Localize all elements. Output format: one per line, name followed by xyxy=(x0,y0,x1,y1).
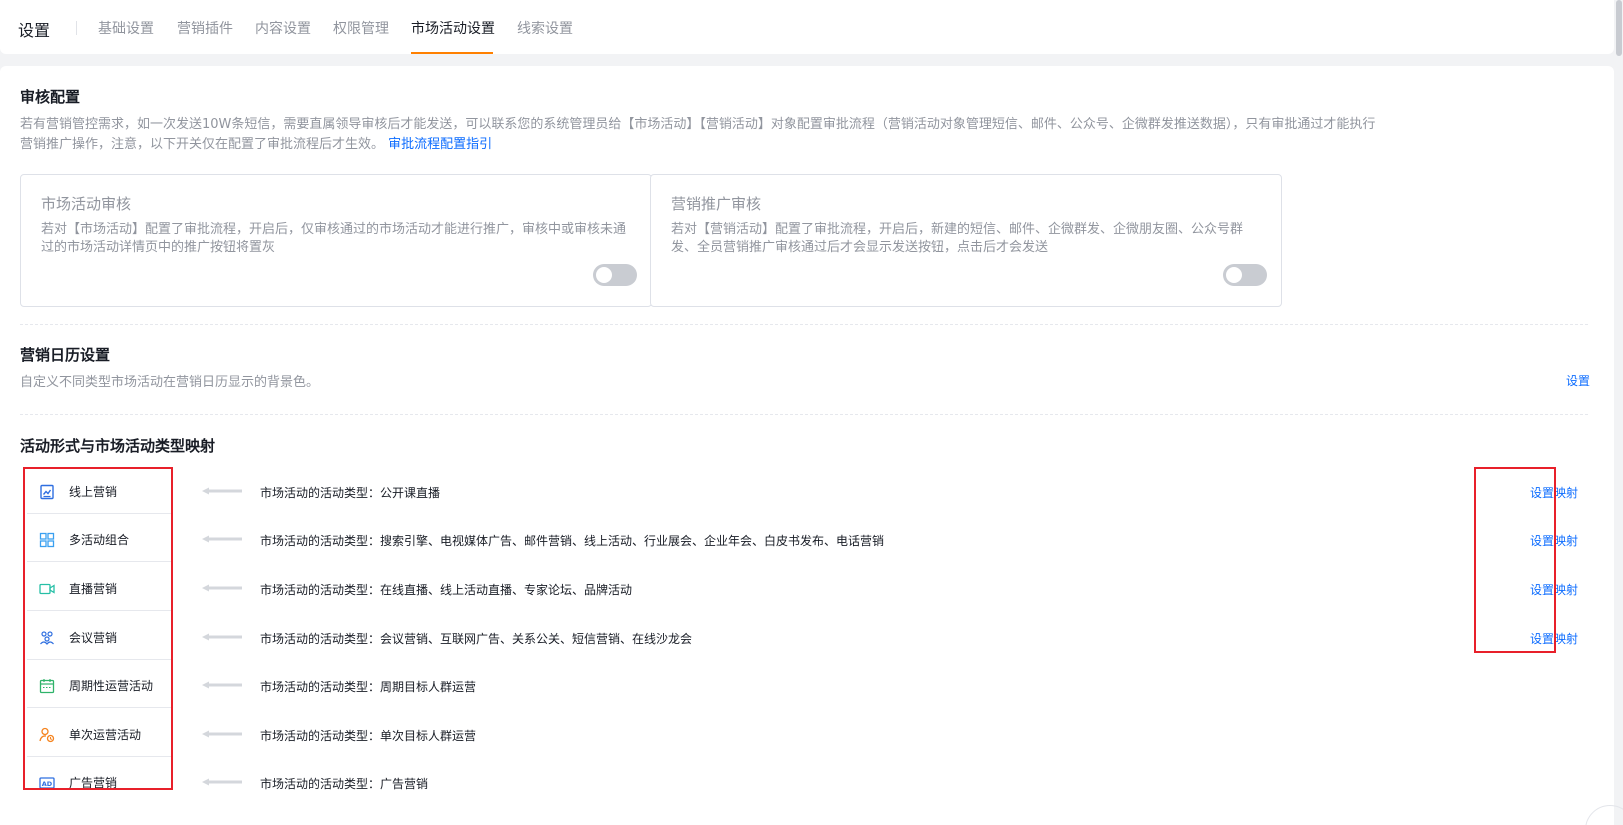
page-title: 设置 xyxy=(18,21,51,40)
card-title: 市场活动审核 xyxy=(41,195,132,213)
toggle-knob xyxy=(596,267,612,283)
arrow-left-icon xyxy=(202,487,242,495)
approval-section-title: 审核配置 xyxy=(20,88,81,106)
market-activity-approval-card: 市场活动审核 若对【市场活动】配置了审批流程，开启后，仅审核通过的市场活动才能进… xyxy=(20,174,652,307)
mapping-row: 周期性运营活动 市场活动的活动类型：周期目标人群运营 xyxy=(20,661,1588,711)
tab-content-settings[interactable]: 内容设置 xyxy=(255,18,311,38)
activity-type-text: 市场活动的活动类型：会议营销、互联网广告、关系公关、短信营销、在线沙龙会 xyxy=(260,630,692,647)
card-description: 若对【市场活动】配置了审批流程，开启后，仅审核通过的市场活动才能进行推广，审核中… xyxy=(41,222,627,255)
activity-type-prefix: 市场活动的活动类型： xyxy=(260,583,381,597)
calendar-section-title: 营销日历设置 xyxy=(20,346,111,364)
mapping-row: 直播营销 市场活动的活动类型：在线直播、线上活动直播、专家论坛、品牌活动 设置映… xyxy=(20,564,1588,614)
market-activity-approval-toggle[interactable] xyxy=(593,264,637,286)
approval-description-line1: 若有营销管控需求，如一次发送10W条短信，需要直属领导审核后才能发送，可以联系您… xyxy=(20,117,1376,132)
scrollbar-thumb[interactable] xyxy=(1616,0,1622,56)
tab-lead-settings[interactable]: 线索设置 xyxy=(517,18,573,38)
activity-type-values: 广告营销 xyxy=(380,777,429,791)
active-tab-indicator xyxy=(411,52,493,54)
approval-description-line2: 营销推广操作，注意，以下开关仅在配置了审批流程后才生效。 审批流程配置指引 xyxy=(20,135,1460,155)
tab-market-activity-settings[interactable]: 市场活动设置 xyxy=(411,18,495,38)
arrow-left-icon xyxy=(202,535,242,543)
mapping-row: 单次运营活动 市场活动的活动类型：单次目标人群运营 xyxy=(20,710,1588,760)
activity-type-values: 搜索引擎、电视媒体广告、邮件营销、线上活动、行业展会、企业年会、白皮书发布、电话… xyxy=(380,534,885,548)
top-navigation-bar: 设置 基础设置 营销插件 内容设置 权限管理 市场活动设置 线索设置 xyxy=(0,0,1614,54)
approval-guide-link[interactable]: 审批流程配置指引 xyxy=(388,137,492,152)
mapping-row: 会议营销 市场活动的活动类型：会议营销、互联网广告、关系公关、短信营销、在线沙龙… xyxy=(20,613,1588,663)
section-divider xyxy=(20,414,1588,415)
activity-forms-highlight-box xyxy=(23,467,173,790)
calendar-description: 自定义不同类型市场活动在营销日历显示的背景色。 xyxy=(20,375,320,390)
activity-type-prefix: 市场活动的活动类型： xyxy=(260,729,381,743)
arrow-left-icon xyxy=(202,730,242,738)
section-divider xyxy=(20,324,1588,325)
arrow-left-icon xyxy=(202,778,242,786)
mapping-section-title: 活动形式与市场活动类型映射 xyxy=(20,437,216,455)
arrow-left-icon xyxy=(202,681,242,689)
approval-description-text: 营销推广操作，注意，以下开关仅在配置了审批流程后才生效。 xyxy=(20,137,385,152)
approval-description: 若有营销管控需求，如一次发送10W条短信，需要直属领导审核后才能发送，可以联系您… xyxy=(20,115,1460,155)
mapping-row: 多活动组合 市场活动的活动类型：搜索引擎、电视媒体广告、邮件营销、线上活动、行业… xyxy=(20,515,1588,565)
activity-type-values: 周期目标人群运营 xyxy=(380,680,477,694)
activity-type-values: 在线直播、线上活动直播、专家论坛、品牌活动 xyxy=(380,583,633,597)
activity-type-text: 市场活动的活动类型：搜索引擎、电视媒体广告、邮件营销、线上活动、行业展会、企业年… xyxy=(260,532,884,549)
toggle-knob xyxy=(1226,267,1242,283)
activity-type-prefix: 市场活动的活动类型： xyxy=(260,777,381,791)
card-description: 若对【营销活动】配置了审批流程，开启后，新建的短信、邮件、企微群发、企微朋友圈、… xyxy=(671,222,1244,255)
activity-type-prefix: 市场活动的活动类型： xyxy=(260,534,381,548)
tab-basic-settings[interactable]: 基础设置 xyxy=(98,18,154,38)
set-mapping-highlight-box xyxy=(1474,467,1556,653)
mapping-row: 线上营销 市场活动的活动类型：公开课直播 设置映射 xyxy=(20,467,1588,517)
arrow-left-icon xyxy=(202,584,242,592)
activity-type-prefix: 市场活动的活动类型： xyxy=(260,680,381,694)
activity-type-values: 单次目标人群运营 xyxy=(380,729,477,743)
mapping-row: AD 广告营销 市场活动的活动类型：广告营销 xyxy=(20,758,1588,808)
activity-type-values: 公开课直播 xyxy=(380,486,441,500)
activity-type-prefix: 市场活动的活动类型： xyxy=(260,632,381,646)
activity-type-text: 市场活动的活动类型：单次目标人群运营 xyxy=(260,727,476,744)
tab-marketing-plugins[interactable]: 营销插件 xyxy=(177,18,233,38)
activity-type-text: 市场活动的活动类型：广告营销 xyxy=(260,775,428,792)
settings-panel: 审核配置 若有营销管控需求，如一次发送10W条短信，需要直属领导审核后才能发送，… xyxy=(0,66,1614,825)
activity-type-text: 市场活动的活动类型：公开课直播 xyxy=(260,484,440,501)
title-divider xyxy=(76,21,77,35)
scrollbar-track[interactable] xyxy=(1614,0,1623,825)
tab-permission-management[interactable]: 权限管理 xyxy=(333,18,389,38)
marketing-promotion-approval-card: 营销推广审核 若对【营销活动】配置了审批流程，开启后，新建的短信、邮件、企微群发… xyxy=(650,174,1282,307)
activity-type-text: 市场活动的活动类型：在线直播、线上活动直播、专家论坛、品牌活动 xyxy=(260,581,632,598)
arrow-left-icon xyxy=(202,633,242,641)
card-title: 营销推广审核 xyxy=(671,195,762,213)
marketing-promotion-approval-toggle[interactable] xyxy=(1223,264,1267,286)
calendar-set-link[interactable]: 设置 xyxy=(1566,372,1590,389)
activity-type-text: 市场活动的活动类型：周期目标人群运营 xyxy=(260,678,476,695)
activity-type-values: 会议营销、互联网广告、关系公关、短信营销、在线沙龙会 xyxy=(380,632,693,646)
activity-type-prefix: 市场活动的活动类型： xyxy=(260,486,381,500)
